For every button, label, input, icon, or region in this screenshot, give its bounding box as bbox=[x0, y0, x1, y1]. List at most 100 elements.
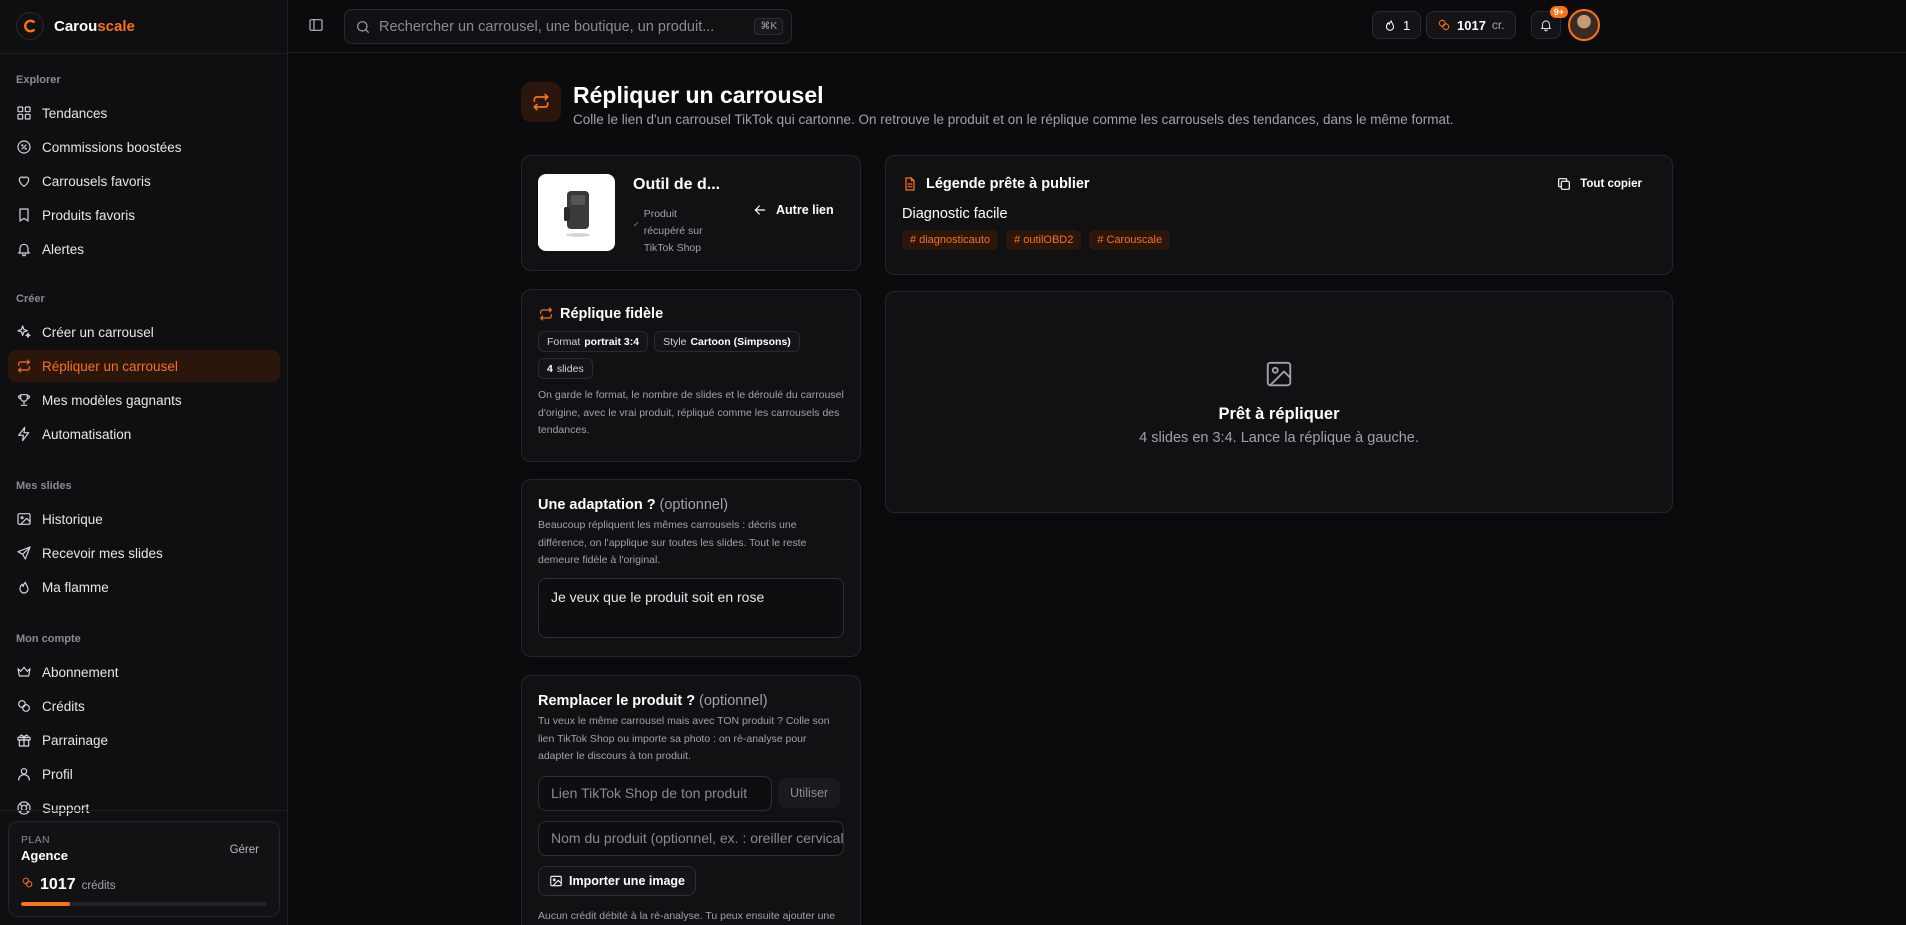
replace-link-row: Lien TikTok Shop de ton produit Utiliser bbox=[538, 775, 844, 811]
product-card: Outil de d... ✓ Produit récupéré sur Tik… bbox=[521, 155, 861, 271]
user-icon bbox=[16, 766, 32, 782]
adaptation-description: Beaucoup répliquent les mêmes carrousels… bbox=[538, 519, 807, 566]
copy-icon bbox=[1556, 176, 1572, 192]
sidebar-item-label: Tendances bbox=[42, 105, 108, 121]
credits-value: 1017 bbox=[1457, 17, 1486, 33]
copy-all-label: Tout copier bbox=[1580, 178, 1642, 190]
sidebar-item-profil[interactable]: Profil bbox=[8, 758, 280, 790]
sidebar-item-parrainage[interactable]: Parrainage bbox=[8, 724, 280, 756]
sidebar-item-automatisation[interactable]: Automatisation bbox=[8, 418, 280, 450]
hashtag[interactable]: # Carouscale bbox=[1089, 230, 1171, 250]
sidebar-item-label: Parrainage bbox=[42, 732, 109, 748]
sidebar-item-abonnement[interactable]: Abonnement bbox=[8, 656, 280, 688]
replace-optional: (optionnel) bbox=[699, 693, 768, 709]
product-source: Produit récupéré sur TikTok Shop bbox=[643, 208, 703, 254]
sidebar-item-carrousels-favoris[interactable]: Carrousels favoris bbox=[8, 165, 280, 197]
sidebar-item-label: Mes modèles gagnants bbox=[42, 392, 182, 408]
plan-manage-link[interactable]: Gérer bbox=[230, 844, 259, 856]
bookmark-icon bbox=[16, 207, 32, 223]
caption-tags: # diagnosticauto # outilOBD2 # Carouscal… bbox=[902, 230, 1656, 250]
sidebar-item-alertes[interactable]: Alertes bbox=[8, 233, 280, 265]
sidebar-item-label: Produits favoris bbox=[42, 207, 136, 223]
flame-icon bbox=[1383, 18, 1397, 32]
adaptation-title: Une adaptation ? bbox=[538, 497, 656, 513]
preview-title: Prêt à répliquer bbox=[1218, 404, 1340, 423]
sidebar-item-tendances[interactable]: Tendances bbox=[8, 97, 280, 129]
replica-header: Réplique fidèle bbox=[538, 306, 844, 322]
coins-icon bbox=[16, 698, 32, 714]
lifebuoy-icon bbox=[16, 800, 32, 816]
sidebar-toggle-icon[interactable] bbox=[308, 17, 324, 33]
hashtag[interactable]: # diagnosticauto bbox=[902, 230, 999, 250]
other-link-button[interactable]: Autre lien bbox=[752, 202, 834, 218]
send-icon bbox=[16, 545, 32, 561]
coins-icon bbox=[21, 876, 34, 889]
caption-text: Diagnostic facile bbox=[902, 206, 1008, 222]
gift-icon bbox=[16, 732, 32, 748]
adaptation-header: Une adaptation ? (optionnel) bbox=[538, 496, 844, 513]
sidebar-item-commissions[interactable]: Commissions boostées bbox=[8, 131, 280, 163]
sidebar-item-modeles-gagnants[interactable]: Mes modèles gagnants bbox=[8, 384, 280, 416]
topbar: Rechercher un carrousel, une boutique, u… bbox=[288, 0, 1906, 53]
sidebar-item-label: Support bbox=[42, 800, 90, 816]
notifications-button[interactable]: 9+ bbox=[1531, 6, 1568, 39]
sidebar-item-credits[interactable]: Crédits bbox=[8, 690, 280, 722]
style-chip: Style Cartoon (Simpsons) bbox=[654, 331, 800, 352]
repeat-icon bbox=[521, 82, 561, 122]
arrow-left-icon bbox=[752, 202, 768, 218]
sidebar-item-creer-carrousel[interactable]: Créer un carrousel bbox=[8, 316, 280, 348]
copy-all-button[interactable]: Tout copier bbox=[1556, 176, 1642, 192]
search-shortcut: ⌘K bbox=[754, 18, 783, 35]
check-icon: ✓ bbox=[633, 220, 640, 229]
product-link-input[interactable]: Lien TikTok Shop de ton produit bbox=[538, 775, 772, 811]
product-name: Outil de d... bbox=[633, 176, 721, 193]
bell-icon bbox=[1539, 18, 1553, 32]
replica-chips-2: 4 slides bbox=[538, 358, 844, 379]
brand[interactable]: Carouscale bbox=[16, 12, 135, 40]
image-icon bbox=[549, 874, 563, 888]
repeat-icon bbox=[538, 306, 554, 322]
sidebar-item-label: Abonnement bbox=[42, 664, 119, 680]
sidebar-item-produits-favoris[interactable]: Produits favoris bbox=[8, 199, 280, 231]
adaptation-card: Une adaptation ? (optionnel) Beaucoup ré… bbox=[521, 479, 861, 657]
percent-icon bbox=[16, 139, 32, 155]
sidebar-item-support[interactable]: Support bbox=[8, 792, 280, 824]
adaptation-input[interactable]: Je veux que le produit soit en rose bbox=[538, 577, 844, 638]
preview-card: Prêt à répliquer 4 slides en 3:4. Lance … bbox=[885, 291, 1673, 513]
product-meta: ✓ Produit récupéré sur TikTok Shop bbox=[633, 206, 716, 257]
search-icon bbox=[355, 19, 371, 35]
nav-section-title: Mes slides bbox=[16, 480, 72, 492]
sidebar-item-label: Historique bbox=[42, 511, 103, 527]
other-link-label: Autre lien bbox=[776, 203, 834, 217]
use-link-button[interactable]: Utiliser bbox=[778, 778, 841, 808]
search-placeholder: Rechercher un carrousel, une boutique, u… bbox=[379, 18, 715, 35]
product-image bbox=[538, 174, 615, 251]
plan-usage-fill bbox=[21, 902, 71, 906]
credits-pill[interactable]: 1017 cr. bbox=[1426, 11, 1516, 39]
sidebar-item-repliquer-carrousel[interactable]: Répliquer un carrousel bbox=[8, 350, 280, 382]
sidebar-item-ma-flamme[interactable]: Ma flamme bbox=[8, 571, 280, 603]
sidebar-item-label: Ma flamme bbox=[42, 579, 109, 595]
search-input[interactable]: Rechercher un carrousel, une boutique, u… bbox=[344, 9, 792, 44]
image-icon bbox=[16, 511, 32, 527]
avatar[interactable] bbox=[1568, 9, 1600, 41]
repeat-icon bbox=[16, 358, 32, 374]
sidebar-item-label: Crédits bbox=[42, 698, 85, 714]
sidebar-item-historique[interactable]: Historique bbox=[8, 503, 280, 535]
nav-section-title: Mon compte bbox=[16, 633, 81, 645]
nav-section-creer: Créer Créer un carrousel Répliquer un ca… bbox=[8, 290, 280, 452]
streak-pill[interactable]: 1 bbox=[1372, 11, 1422, 39]
replace-product-card: Remplacer le produit ? (optionnel) Tu ve… bbox=[521, 675, 861, 925]
import-image-button[interactable]: Importer une image bbox=[538, 865, 696, 896]
hashtag[interactable]: # outilOBD2 bbox=[1006, 230, 1082, 250]
sidebar-item-recevoir-slides[interactable]: Recevoir mes slides bbox=[8, 537, 280, 569]
replica-chips: Format portrait 3:4 Style Cartoon (Simpson… bbox=[538, 331, 844, 352]
product-name-input[interactable]: Nom du produit (optionnel, ex. : oreille… bbox=[538, 820, 844, 856]
replica-title: Réplique fidèle bbox=[560, 306, 664, 322]
image-placeholder-icon bbox=[1264, 359, 1294, 389]
replace-header: Remplacer le produit ? (optionnel) bbox=[538, 692, 844, 709]
format-chip: Format portrait 3:4 bbox=[538, 331, 649, 352]
import-image-label: Importer une image bbox=[569, 873, 685, 888]
plan-credits-unit: crédits bbox=[81, 880, 116, 892]
nav-section-mon-compte: Mon compte Abonnement Crédits Parrainage… bbox=[8, 630, 280, 826]
